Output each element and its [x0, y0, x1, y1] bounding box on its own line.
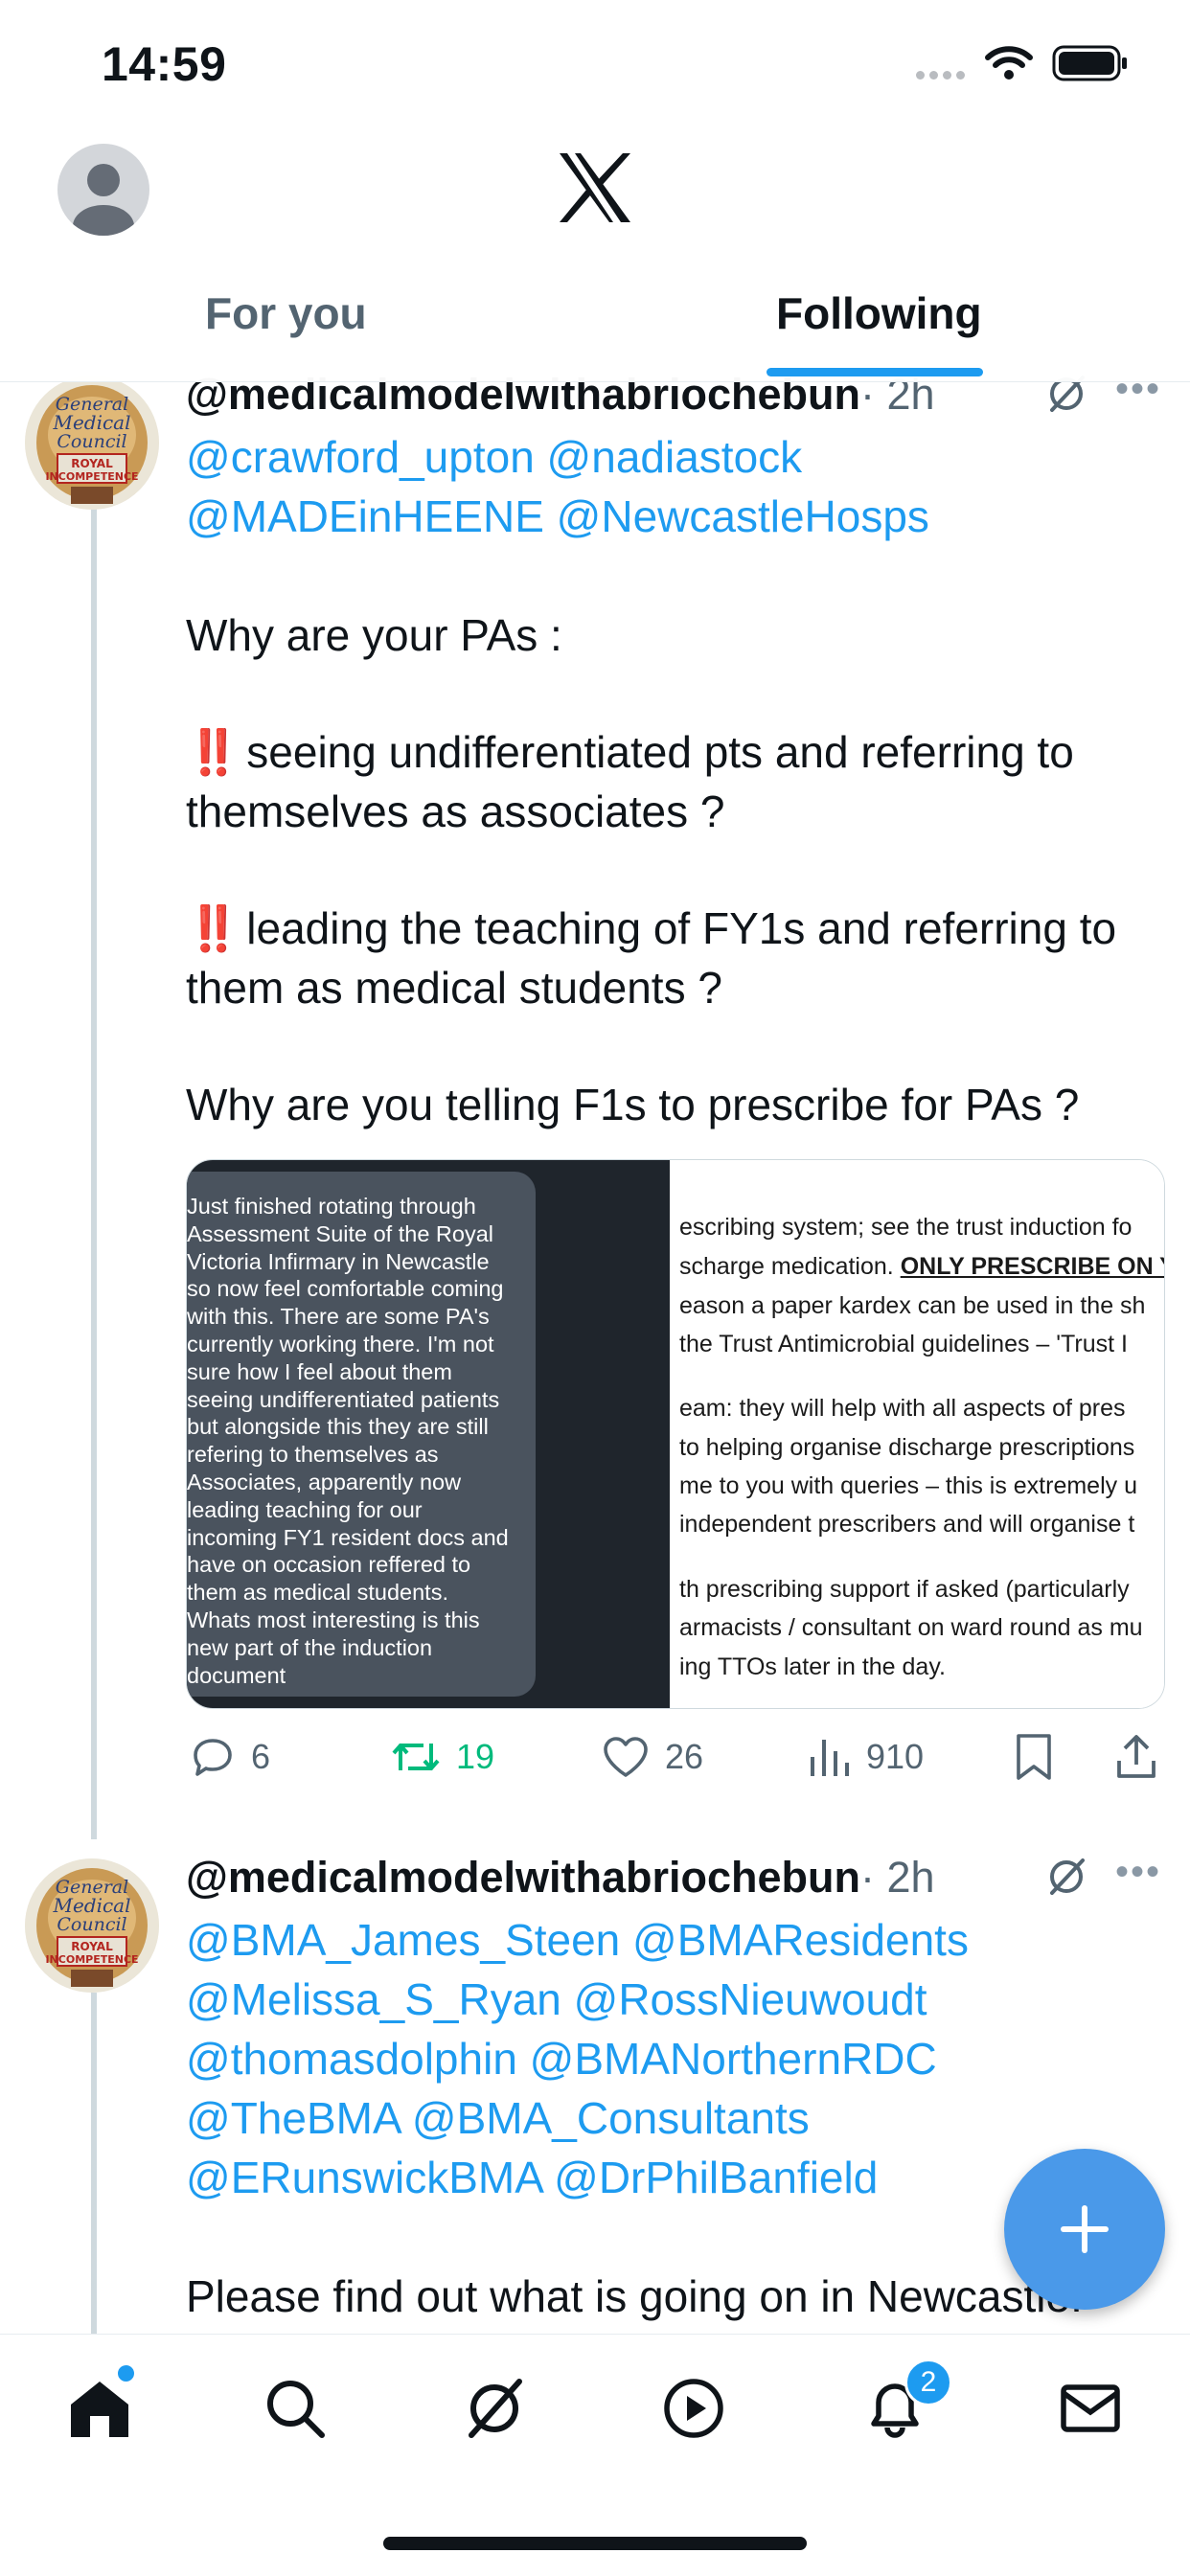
mention-line[interactable]: @ERunswickBMA @DrPhilBanfield — [186, 2152, 878, 2203]
gmc-avatar-image: General Medical Council ROYAL INCOMPETEN… — [25, 376, 159, 510]
profile-avatar[interactable] — [57, 144, 149, 236]
svg-text:INCOMPETENCE: INCOMPETENCE — [45, 470, 138, 483]
gmc-avatar-image: General Medical Council ROYAL INCOMPETEN… — [25, 1858, 159, 1993]
repost-button[interactable]: 19 — [389, 1730, 494, 1784]
post-text: them as medical students ? — [186, 963, 722, 1013]
share-button[interactable] — [1113, 1730, 1173, 1784]
post-time: · 2h — [859, 1853, 935, 1902]
heart-icon — [604, 1737, 648, 1777]
views-button[interactable]: 910 — [807, 1730, 924, 1784]
mail-icon[interactable] — [1056, 2374, 1125, 2443]
media-image-right[interactable]: escribing system; see the trust inductio… — [670, 1160, 1164, 1708]
plus-icon — [1061, 2205, 1109, 2253]
view-count: 910 — [866, 1737, 925, 1776]
post-avatar[interactable]: General Medical Council ROYAL INCOMPETEN… — [25, 376, 159, 510]
svg-text:INCOMPETENCE: INCOMPETENCE — [45, 1953, 138, 1966]
double-exclamation-icon: ‼️ — [186, 903, 240, 953]
x-logo-icon[interactable] — [556, 151, 634, 224]
doc-line: eam: they will help with all aspects of … — [679, 1395, 1126, 1422]
post-text: Please find out what is going on in Newc… — [186, 2271, 1083, 2321]
reply-icon — [194, 1739, 232, 1776]
search-icon[interactable] — [261, 2374, 330, 2443]
svg-text:ROYAL: ROYAL — [71, 457, 113, 470]
mention-line[interactable]: @Melissa_S_Ryan @RossNieuwoudt — [186, 1973, 927, 2025]
grok-icon[interactable] — [460, 2374, 529, 2443]
battery-icon — [1052, 45, 1127, 81]
doc-line: independent prescribers and will organis… — [679, 1511, 1135, 1538]
svg-text:ROYAL: ROYAL — [71, 1940, 113, 1953]
thread-line — [91, 508, 97, 1839]
doc-line: to helping organise discharge prescripti… — [679, 1434, 1135, 1461]
svg-text:Council: Council — [57, 1914, 126, 1935]
compose-post-button[interactable] — [1004, 2149, 1165, 2310]
post-text: themselves as associates ? — [186, 786, 725, 836]
post-media[interactable]: Just finished rotating through Assessmen… — [186, 1159, 1165, 1709]
mention-line[interactable]: @BMA_James_Steen @BMAResidents — [186, 1914, 969, 1966]
post-text: Why are your PAs : — [186, 610, 562, 660]
doc-line: armacists / consultant on ward round as … — [679, 1614, 1143, 1641]
share-icon — [1117, 1735, 1156, 1778]
doc-line: me to you with queries – this is extreme… — [679, 1472, 1137, 1499]
mention-line[interactable]: @thomasdolphin @BMANorthernRDC — [186, 2033, 937, 2085]
home-indicator — [383, 2537, 807, 2550]
screenshot-message-bubble: Just finished rotating through Assessmen… — [187, 1172, 536, 1697]
mention-line[interactable]: @crawford_upton @nadiastock — [186, 431, 802, 483]
grok-icon[interactable] — [1044, 1855, 1088, 1899]
svg-text:Council: Council — [57, 431, 126, 452]
double-exclamation-icon: ‼️ — [186, 727, 240, 777]
like-count: 26 — [665, 1737, 704, 1776]
thread-line — [91, 1993, 97, 2337]
doc-line: scharge medication. ONLY PRESCRIBE ON Y — [679, 1253, 1164, 1280]
post-text: Why are you telling F1s to prescribe for… — [186, 1080, 1080, 1129]
bookmark-button[interactable] — [1014, 1730, 1067, 1784]
notifications-badge: 2 — [904, 2359, 952, 2406]
screenshot-message-text: Just finished rotating through Assessmen… — [187, 1194, 509, 1688]
repost-icon — [392, 1744, 440, 1770]
home-unread-dot — [115, 2362, 137, 2384]
doc-line: ing TTOs later in the day. — [679, 1653, 946, 1680]
bookmark-icon — [1017, 1734, 1051, 1780]
repost-count: 19 — [456, 1737, 495, 1776]
post-avatar[interactable]: General Medical Council ROYAL INCOMPETEN… — [25, 1858, 159, 1993]
mention-line[interactable]: @MADEinHEENE @NewcastleHosps — [186, 490, 929, 542]
top-header: 14:59 For you Following — [0, 0, 1190, 382]
play-icon[interactable] — [659, 2374, 728, 2443]
reply-button[interactable]: 6 — [188, 1730, 270, 1784]
post-handle[interactable]: @medicalmodelwithabriochebun· 2h — [186, 1853, 935, 1903]
reply-count: 6 — [251, 1737, 271, 1776]
user-icon — [73, 164, 134, 236]
post-text: ‼️ seeing undifferentiated pts and referr… — [186, 727, 1074, 777]
status-time: 14:59 — [102, 37, 227, 91]
active-tab-indicator — [767, 368, 983, 376]
tab-following[interactable]: Following — [776, 287, 982, 339]
like-button[interactable]: 26 — [600, 1730, 703, 1784]
wifi-icon — [985, 46, 1033, 80]
views-chart-icon — [811, 1740, 849, 1776]
doc-line: th prescribing support if asked (particu… — [679, 1576, 1130, 1603]
mention-line[interactable]: @TheBMA @BMA_Consultants — [186, 2092, 810, 2144]
handle-text[interactable]: @medicalmodelwithabriochebun — [186, 1853, 860, 1902]
doc-line: eason a paper kardex can be used in the … — [679, 1292, 1146, 1319]
post-text: ‼️ leading the teaching of FY1s and refer… — [186, 903, 1117, 953]
doc-line: the Trust Antimicrobial guidelines – 'Tr… — [679, 1331, 1128, 1357]
doc-line: escribing system; see the trust inductio… — [679, 1214, 1133, 1241]
more-options-icon[interactable]: ••• — [1115, 1851, 1161, 1894]
tab-for-you[interactable]: For you — [205, 287, 367, 339]
media-image-left[interactable]: Just finished rotating through Assessmen… — [187, 1160, 670, 1708]
